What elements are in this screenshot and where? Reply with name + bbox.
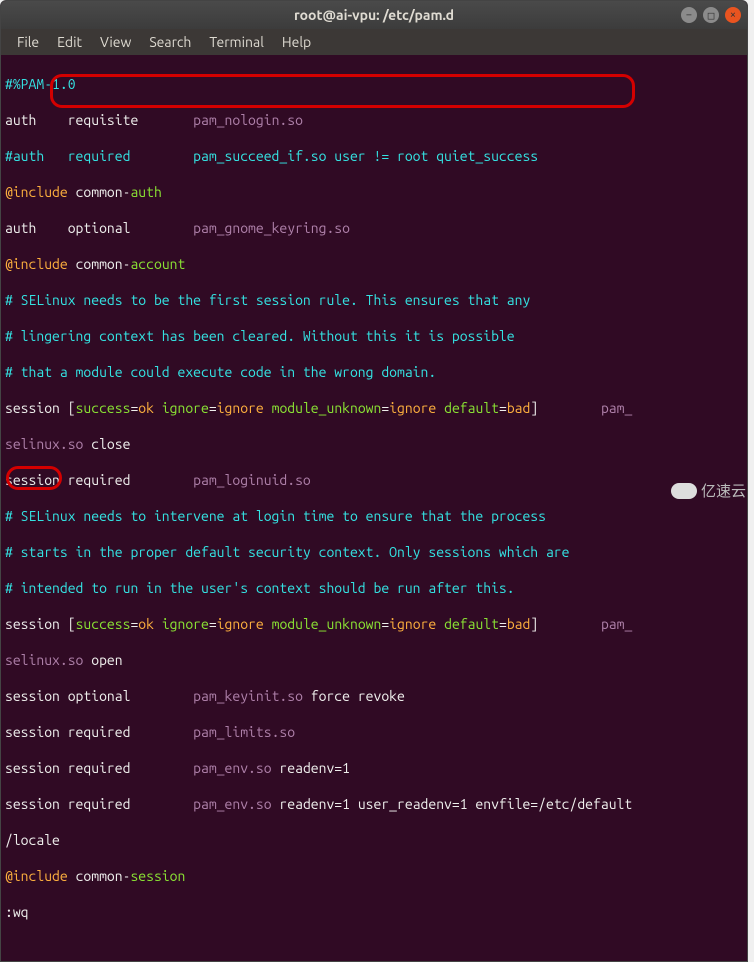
close-button[interactable]: × bbox=[725, 7, 741, 23]
code-line: = bbox=[209, 400, 217, 416]
code-line: session required bbox=[5, 796, 193, 812]
watermark: 亿速云 bbox=[671, 480, 746, 501]
code-line: ignore bbox=[154, 616, 209, 632]
menu-view[interactable]: View bbox=[92, 31, 139, 53]
code-line: pam_ bbox=[601, 400, 632, 416]
code-line: ok bbox=[138, 616, 154, 632]
code-line: close bbox=[83, 436, 130, 452]
code-line: pam_loginuid.so bbox=[193, 472, 311, 488]
code-line: = bbox=[499, 616, 507, 632]
code-line: pam_ bbox=[601, 616, 632, 632]
terminal-body[interactable]: #%PAM-1.0 auth requisite pam_nologin.so … bbox=[1, 55, 747, 961]
code-line: auth optional bbox=[5, 220, 193, 236]
code-line: bad bbox=[507, 616, 531, 632]
code-line: = bbox=[209, 616, 217, 632]
code-line: = bbox=[130, 616, 138, 632]
code-line: /locale bbox=[5, 832, 60, 848]
minimize-button[interactable]: − bbox=[681, 7, 697, 23]
titlebar: root@ai-vpu: /etc/pam.d − □ × bbox=[1, 1, 747, 29]
code-line: = bbox=[499, 400, 507, 416]
code-line: module_unknown bbox=[264, 616, 382, 632]
code-line: #%PAM-1.0 bbox=[5, 76, 76, 92]
code-line: common- bbox=[68, 256, 131, 272]
code-line: readenv=1 user_readenv=1 envfile=/etc/de… bbox=[272, 796, 633, 812]
code-line: force revoke bbox=[303, 688, 405, 704]
watermark-text: 亿速云 bbox=[701, 480, 746, 501]
code-line: readenv=1 bbox=[272, 760, 350, 776]
code-line: # SELinux needs to be the first session … bbox=[5, 292, 530, 308]
code-line: session required bbox=[5, 472, 193, 488]
code-line: default bbox=[436, 400, 499, 416]
code-line: account bbox=[130, 256, 185, 272]
code-line: = bbox=[381, 616, 389, 632]
code-line: # intended to run in the user's context … bbox=[5, 580, 515, 596]
code-line: #auth required pam_succeed_if.so user !=… bbox=[5, 148, 538, 164]
code-line: common- bbox=[68, 184, 131, 200]
code-line: ok bbox=[138, 400, 154, 416]
code-line: success bbox=[76, 616, 131, 632]
menu-terminal[interactable]: Terminal bbox=[201, 31, 272, 53]
menubar: File Edit View Search Terminal Help bbox=[1, 29, 747, 55]
cloud-icon bbox=[671, 483, 697, 499]
code-line: auth requisite bbox=[5, 112, 193, 128]
code-line: session optional bbox=[5, 688, 193, 704]
vim-command: :wq bbox=[5, 904, 29, 920]
code-line: default bbox=[436, 616, 499, 632]
code-line: session [ bbox=[5, 400, 76, 416]
code-line: ignore bbox=[217, 616, 264, 632]
code-line: session bbox=[130, 868, 185, 884]
code-line: selinux.so bbox=[5, 652, 83, 668]
code-line: pam_env.so bbox=[193, 760, 271, 776]
menu-search[interactable]: Search bbox=[141, 31, 199, 53]
window-controls: − □ × bbox=[681, 7, 741, 23]
menu-file[interactable]: File bbox=[9, 31, 47, 53]
code-line: @include bbox=[5, 184, 68, 200]
code-line: pam_limits.so bbox=[193, 724, 295, 740]
code-line: pam_gnome_keyring.so bbox=[193, 220, 350, 236]
code-line: module_unknown bbox=[264, 400, 382, 416]
code-line: pam_nologin.so bbox=[193, 112, 303, 128]
code-line: ignore bbox=[389, 616, 436, 632]
code-line: success bbox=[76, 400, 131, 416]
code-line: bad bbox=[507, 400, 531, 416]
code-line: selinux.so bbox=[5, 436, 83, 452]
code-line: # that a module could execute code in th… bbox=[5, 364, 436, 380]
code-line: ignore bbox=[154, 400, 209, 416]
code-line: pam_env.so bbox=[193, 796, 271, 812]
code-line: pam_keyinit.so bbox=[193, 688, 303, 704]
menu-edit[interactable]: Edit bbox=[49, 31, 90, 53]
code-line: # starts in the proper default security … bbox=[5, 544, 569, 560]
code-line: ignore bbox=[389, 400, 436, 416]
maximize-button[interactable]: □ bbox=[703, 7, 719, 23]
code-line: auth bbox=[130, 184, 161, 200]
code-line: session [ bbox=[5, 616, 76, 632]
code-line: # SELinux needs to intervene at login ti… bbox=[5, 508, 546, 524]
code-line: common- bbox=[68, 868, 131, 884]
code-line: @include bbox=[5, 868, 68, 884]
code-line: ] bbox=[530, 616, 601, 632]
code-line: ] bbox=[530, 400, 601, 416]
code-line: @include bbox=[5, 256, 68, 272]
terminal-window: root@ai-vpu: /etc/pam.d − □ × File Edit … bbox=[0, 0, 748, 962]
code-line: open bbox=[83, 652, 122, 668]
window-title: root@ai-vpu: /etc/pam.d bbox=[294, 7, 454, 23]
code-line: # lingering context has been cleared. Wi… bbox=[5, 328, 515, 344]
code-line: session required bbox=[5, 724, 193, 740]
menu-help[interactable]: Help bbox=[274, 31, 319, 53]
code-line: ignore bbox=[217, 400, 264, 416]
code-line: session required bbox=[5, 760, 193, 776]
